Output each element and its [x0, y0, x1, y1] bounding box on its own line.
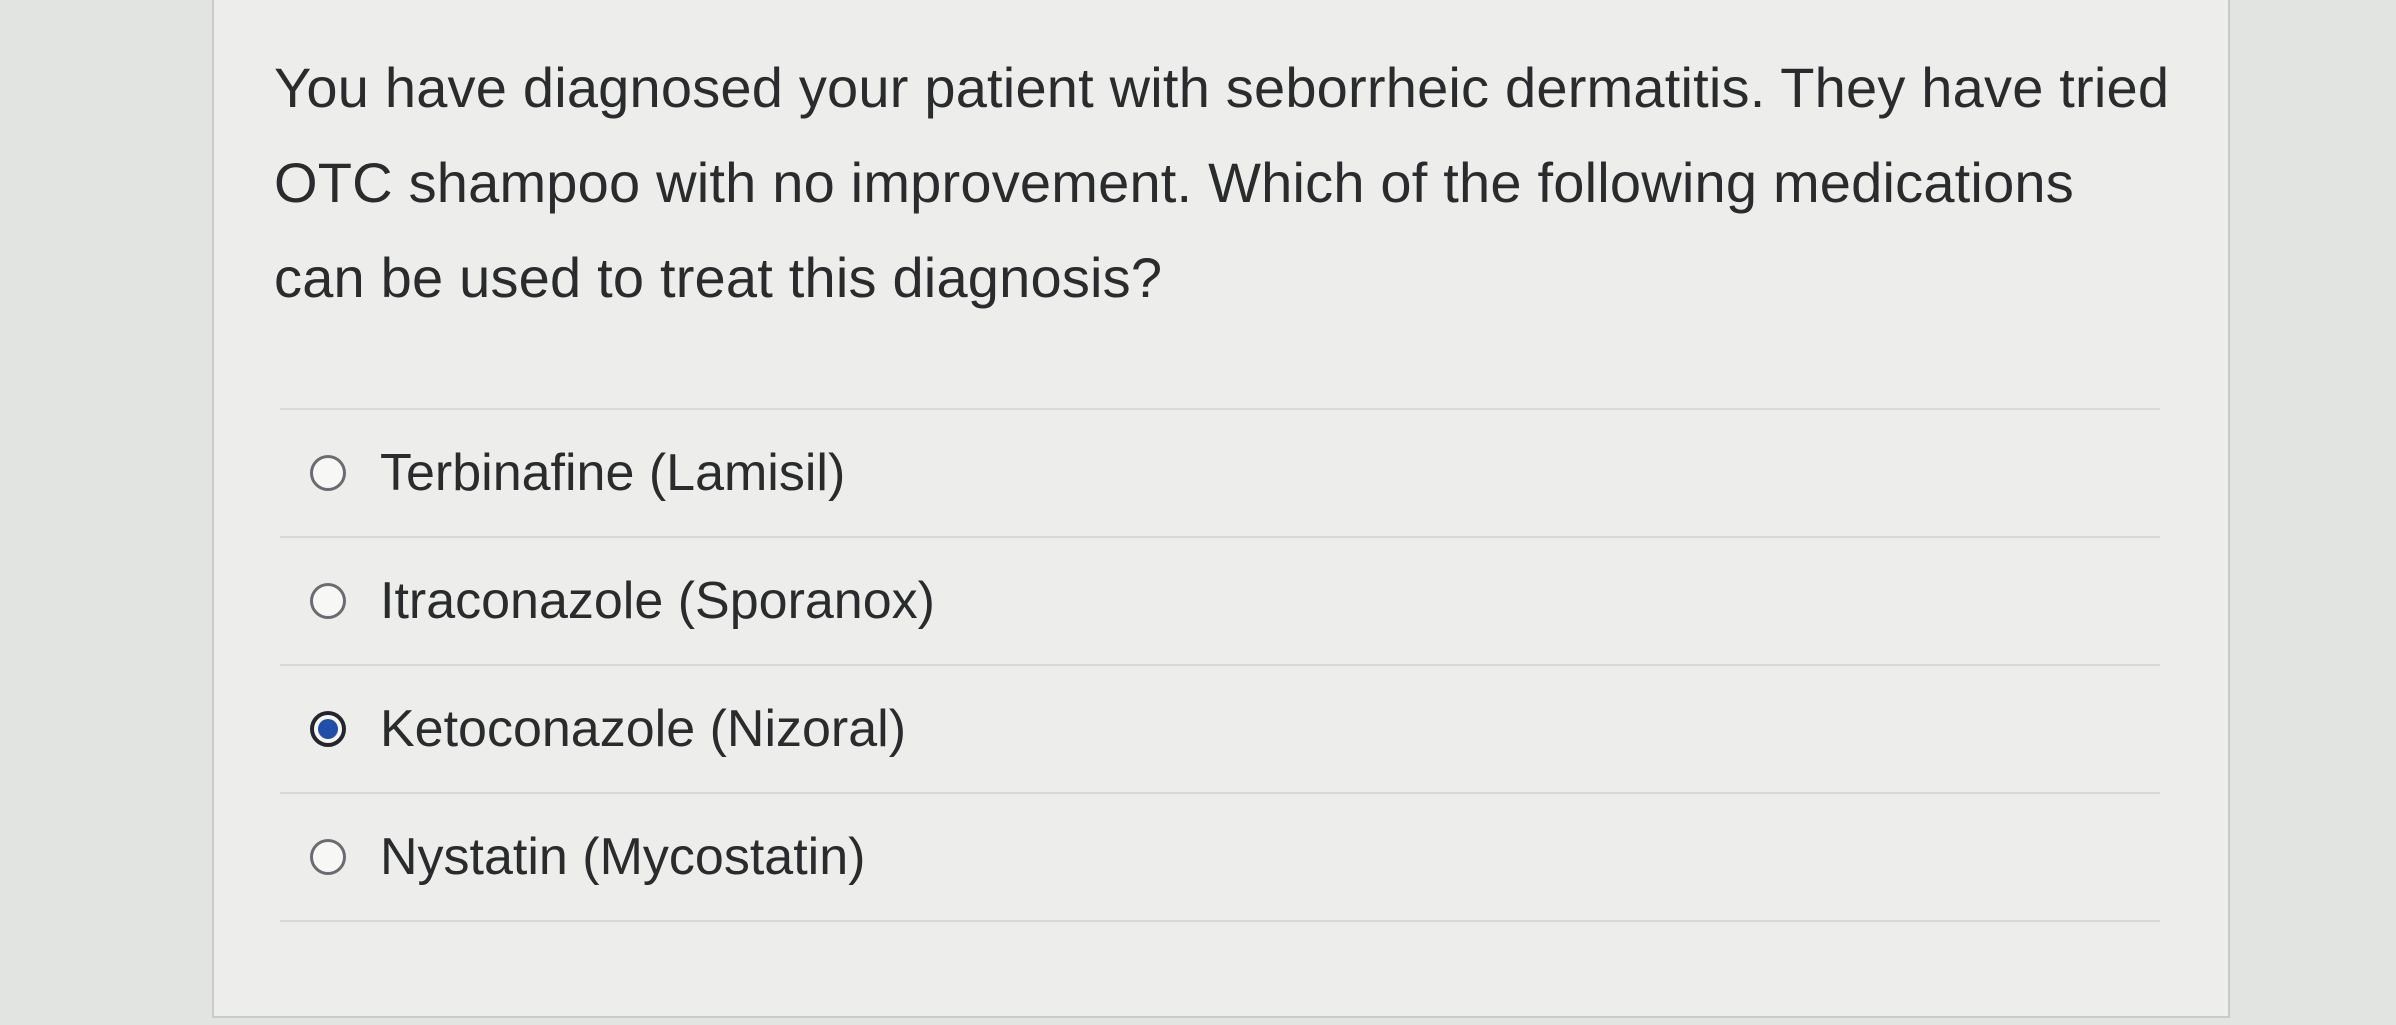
answer-option-ketoconazole[interactable]: Ketoconazole (Nizoral): [280, 666, 2160, 794]
answer-option-label: Ketoconazole (Nizoral): [380, 700, 907, 758]
answer-option-label: Nystatin (Mycostatin): [380, 828, 866, 886]
answer-option-itraconazole[interactable]: Itraconazole (Sporanox): [280, 538, 2160, 666]
answer-options: Terbinafine (Lamisil) Itraconazole (Spor…: [280, 408, 2160, 922]
radio-button-unselected[interactable]: [310, 839, 346, 875]
radio-button-unselected[interactable]: [310, 583, 346, 619]
answer-option-label: Terbinafine (Lamisil): [380, 444, 846, 502]
radio-button-unselected[interactable]: [310, 455, 346, 491]
answer-option-label: Itraconazole (Sporanox): [380, 572, 935, 630]
radio-button-selected[interactable]: [310, 711, 346, 747]
question-text: You have diagnosed your patient with seb…: [274, 56, 2170, 309]
answer-option-terbinafine[interactable]: Terbinafine (Lamisil): [280, 410, 2160, 538]
question-card: You have diagnosed your patient with seb…: [212, 0, 2230, 1018]
answer-option-nystatin[interactable]: Nystatin (Mycostatin): [280, 794, 2160, 922]
